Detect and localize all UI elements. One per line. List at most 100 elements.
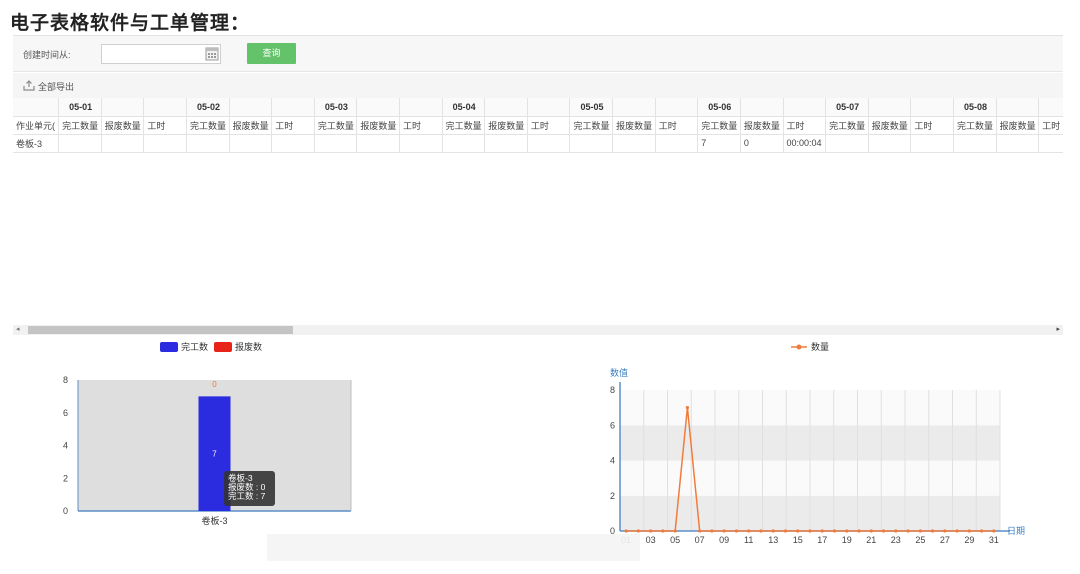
data-point bbox=[734, 529, 739, 533]
data-point bbox=[845, 529, 849, 533]
data-point bbox=[918, 529, 922, 533]
date-header-spacer bbox=[996, 98, 1040, 117]
legend-swatch bbox=[214, 342, 232, 352]
report-app: 创建时间从: 查询 全部导出 05-01 05-02 05-03 05-04 0… bbox=[13, 35, 1063, 574]
x-tick-label: 03 bbox=[646, 535, 656, 545]
table-cell bbox=[655, 134, 699, 153]
metric-header: 工时 bbox=[1038, 116, 1063, 135]
x-tick-label: 25 bbox=[915, 535, 925, 545]
metric-header: 完工数量 bbox=[58, 116, 102, 135]
date-header-spacer bbox=[612, 98, 656, 117]
tooltip-line: 完工数 : 7 bbox=[228, 491, 266, 501]
metric-header: 工时 bbox=[527, 116, 571, 135]
data-point bbox=[661, 529, 665, 533]
data-point bbox=[906, 529, 910, 533]
data-point bbox=[759, 529, 763, 533]
data-point bbox=[673, 529, 677, 533]
metric-header: 完工数量 bbox=[953, 116, 997, 135]
data-point bbox=[992, 529, 996, 533]
legend-label: 报废数 bbox=[235, 341, 262, 352]
metric-header: 报废数量 bbox=[484, 116, 528, 135]
metric-header: 报废数量 bbox=[868, 116, 912, 135]
data-point bbox=[771, 529, 775, 533]
date-header-spacer bbox=[527, 98, 571, 117]
date-header-spacer bbox=[356, 98, 401, 117]
metric-header-row: 作业单元(完工数量 报废数量 工时 完工数量 报废数量 工时 完工数量 报废数量 工时 完工数量报… bbox=[13, 116, 1063, 135]
table-cell bbox=[399, 134, 443, 153]
y-tick-label: 2 bbox=[610, 491, 615, 501]
metric-header: 完工数量 bbox=[569, 116, 614, 135]
metric-header: 报废数量 bbox=[612, 116, 656, 135]
date-header-spacer bbox=[868, 98, 912, 117]
horizontal-scrollbar[interactable]: ◂ ▸ bbox=[13, 325, 1063, 335]
table-cell bbox=[186, 134, 230, 153]
created-from-label: 创建时间从: bbox=[23, 50, 71, 60]
date-header-05-03: 05-03 bbox=[314, 98, 358, 117]
table-cell bbox=[58, 134, 102, 153]
data-point bbox=[796, 529, 800, 533]
date-header-05-08: 05-08 bbox=[953, 98, 997, 117]
calendar-icon[interactable] bbox=[205, 46, 219, 61]
data-point bbox=[710, 529, 714, 533]
date-from-input[interactable] bbox=[101, 44, 221, 64]
y-tick-label: 8 bbox=[610, 385, 615, 395]
metric-header: 工时 bbox=[783, 116, 827, 135]
metric-header: 工时 bbox=[399, 116, 443, 135]
x-tick-label: 31 bbox=[989, 535, 999, 545]
date-header-spacer bbox=[101, 98, 145, 117]
table-cell bbox=[527, 134, 571, 153]
x-tick-label: 05 bbox=[670, 535, 680, 545]
table-cell bbox=[910, 134, 954, 153]
legend-marker bbox=[796, 344, 802, 350]
data-point bbox=[624, 529, 628, 533]
table-cell bbox=[996, 134, 1040, 153]
y-tick-label: 2 bbox=[63, 473, 68, 483]
export-icon bbox=[23, 80, 35, 93]
table-cell: 7 bbox=[697, 134, 741, 153]
metric-header: 报废数量 bbox=[101, 116, 145, 135]
metric-header: 报废数量 bbox=[740, 116, 784, 135]
date-header-05-02: 05-02 bbox=[186, 98, 230, 117]
data-point bbox=[869, 529, 873, 533]
scroll-left-arrow-icon[interactable]: ◂ bbox=[16, 325, 20, 335]
x-tick-label: 17 bbox=[817, 535, 827, 545]
data-point bbox=[783, 529, 788, 533]
x-tick-label: 21 bbox=[866, 535, 876, 545]
data-point bbox=[820, 529, 824, 533]
metric-header: 完工数量 bbox=[697, 116, 741, 135]
date-header-05-06: 05-06 bbox=[697, 98, 741, 117]
date-header-spacer bbox=[484, 98, 528, 117]
date-header-05-01: 05-01 bbox=[58, 98, 102, 117]
data-point bbox=[894, 529, 898, 533]
scroll-right-arrow-icon[interactable]: ▸ bbox=[1056, 325, 1060, 335]
y-tick-label: 4 bbox=[610, 456, 615, 466]
bar-value-label: 7 bbox=[212, 450, 217, 459]
table-cell bbox=[314, 134, 358, 153]
metric-header: 完工数量 bbox=[825, 116, 869, 135]
work-unit-cell: 卷板-3 bbox=[13, 134, 60, 153]
x-tick-label: 19 bbox=[842, 535, 852, 545]
metric-header: 工时 bbox=[143, 116, 187, 135]
filter-bar: 创建时间从: 查询 bbox=[13, 36, 1063, 72]
data-point bbox=[649, 529, 653, 533]
x-tick-label: 15 bbox=[793, 535, 803, 545]
grid-toolbar: 全部导出 bbox=[13, 73, 1063, 98]
legend-swatch bbox=[160, 342, 178, 352]
x-tick-label: 09 bbox=[719, 535, 729, 545]
x-tick-label: 27 bbox=[940, 535, 950, 545]
y-tick-label: 6 bbox=[610, 420, 615, 430]
query-button[interactable]: 查询 bbox=[247, 43, 296, 64]
grid-table: 05-01 05-02 05-03 05-04 05-05 05-06 05-07 05-08… bbox=[13, 98, 1063, 153]
x-tick-label: 卷板-3 bbox=[201, 515, 227, 526]
bar-value-label: 0 bbox=[212, 380, 217, 389]
data-grid[interactable]: 05-01 05-02 05-03 05-04 05-05 05-06 05-07 05-08… bbox=[13, 98, 1063, 360]
data-point bbox=[685, 406, 690, 410]
table-row[interactable]: 卷板-3 7 0 00:00:04 bbox=[13, 134, 1063, 153]
data-point bbox=[980, 529, 984, 533]
table-cell bbox=[1038, 134, 1063, 153]
export-all-button[interactable]: 全部导出 bbox=[23, 80, 74, 93]
scrollbar-thumb[interactable] bbox=[28, 326, 293, 334]
metric-header: 完工数量 bbox=[314, 116, 358, 135]
table-cell bbox=[356, 134, 401, 153]
data-point bbox=[747, 529, 751, 533]
